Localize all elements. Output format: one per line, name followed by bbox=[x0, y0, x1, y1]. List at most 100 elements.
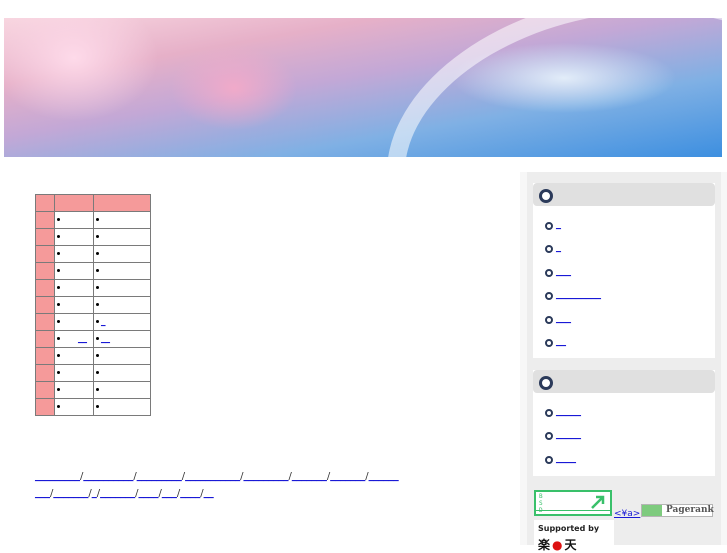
table-header-col2 bbox=[93, 194, 151, 212]
footer-link[interactable]: ______ bbox=[369, 471, 399, 482]
footer-link[interactable]: _________ bbox=[137, 471, 182, 482]
footer-link[interactable]: _________ bbox=[244, 471, 289, 482]
footer-link[interactable]: __ bbox=[204, 488, 214, 499]
circle-bullet-icon bbox=[545, 409, 553, 417]
sidebar-box-1: _ _ ___ _________ ___ __ bbox=[533, 183, 715, 358]
table-cell bbox=[93, 279, 151, 297]
bullet-icon bbox=[57, 234, 60, 238]
bullet-icon bbox=[96, 268, 99, 272]
page: _ __ __ _________/__________/_________/___… bbox=[0, 0, 727, 552]
table-cell bbox=[93, 245, 151, 263]
table-cell: __ bbox=[93, 330, 151, 348]
bullet-icon bbox=[96, 234, 99, 238]
bullet-icon bbox=[96, 336, 99, 340]
footer-link[interactable]: __________ bbox=[83, 471, 133, 482]
footer-links: _________/__________/_________/_________… bbox=[35, 468, 505, 502]
table-cell bbox=[54, 381, 94, 399]
table-cell bbox=[54, 398, 94, 416]
table-header-corner bbox=[35, 194, 55, 212]
sidebar-link[interactable]: __ bbox=[556, 336, 566, 347]
circle-bullet-icon bbox=[545, 315, 553, 324]
table-cell bbox=[93, 398, 151, 416]
table-row-marker bbox=[35, 211, 55, 229]
table-cell-link[interactable]: __ bbox=[101, 334, 110, 344]
table-row-marker bbox=[35, 279, 55, 297]
footer-link[interactable]: ___ bbox=[162, 488, 177, 499]
sidebar-box-2-header bbox=[533, 370, 715, 393]
table-row-marker bbox=[35, 313, 55, 331]
footer-link[interactable]: _______ bbox=[330, 471, 365, 482]
calendar-table: _ __ __ bbox=[35, 194, 151, 416]
table-cell bbox=[54, 211, 94, 229]
sidebar-link[interactable]: _ bbox=[556, 242, 561, 253]
table-cell bbox=[54, 364, 94, 382]
badge-underline bbox=[536, 510, 610, 511]
bsd-badge[interactable]: B S D bbox=[534, 490, 612, 516]
table-cell bbox=[93, 296, 151, 314]
table-cell bbox=[93, 211, 151, 229]
bullet-icon bbox=[57, 370, 60, 374]
supported-by-text: Supported by bbox=[538, 524, 600, 533]
circle-bullet-icon bbox=[545, 268, 553, 277]
table-row-marker bbox=[35, 364, 55, 382]
bullet-icon bbox=[96, 387, 99, 391]
sidebar-link[interactable]: ____ bbox=[556, 453, 576, 464]
bullet-icon bbox=[96, 404, 99, 408]
footer-link[interactable]: ____ bbox=[180, 488, 200, 499]
table-cell-link[interactable]: __ bbox=[78, 334, 87, 344]
table-row-marker bbox=[35, 245, 55, 263]
sidebar-link[interactable]: ___ bbox=[556, 313, 571, 324]
footer-link[interactable]: _______ bbox=[53, 488, 88, 499]
table-row bbox=[35, 262, 151, 280]
table-cell bbox=[93, 381, 151, 399]
table-row bbox=[35, 381, 151, 399]
table-row bbox=[35, 245, 151, 263]
table-row bbox=[35, 364, 151, 382]
footer-link[interactable]: ___________ bbox=[185, 471, 240, 482]
bullet-icon bbox=[57, 251, 60, 255]
bullet-icon bbox=[96, 217, 99, 221]
pagerank-bar bbox=[642, 505, 662, 516]
footer-link[interactable]: ____ bbox=[139, 488, 159, 499]
table-row-marker bbox=[35, 347, 55, 365]
table-cell bbox=[93, 228, 151, 246]
sidebar-link[interactable]: _ bbox=[556, 219, 561, 230]
sidebar-link[interactable]: _____ bbox=[556, 429, 581, 440]
table-row: _ bbox=[35, 313, 151, 331]
sidebar-link[interactable]: _________ bbox=[556, 289, 601, 300]
header bbox=[0, 0, 727, 172]
circle-bullet-icon bbox=[545, 245, 553, 254]
sidebar-link[interactable]: _____ bbox=[556, 406, 581, 417]
bullet-icon bbox=[539, 376, 553, 390]
bullet-icon bbox=[96, 370, 99, 374]
table-row bbox=[35, 398, 151, 416]
footer-link[interactable]: _______ bbox=[292, 471, 327, 482]
footer-link[interactable]: _______ bbox=[100, 488, 135, 499]
arrow-up-right-icon bbox=[591, 495, 605, 509]
table-row bbox=[35, 211, 151, 229]
circle-bullet-icon bbox=[545, 222, 553, 230]
bullet-icon bbox=[57, 404, 60, 408]
table-row bbox=[35, 279, 151, 297]
table-cell bbox=[54, 296, 94, 314]
footer-link[interactable]: ___ bbox=[35, 488, 50, 499]
circle-bullet-icon bbox=[545, 455, 553, 464]
badge-link[interactable]: <¥a> bbox=[614, 509, 640, 519]
header-banner-image bbox=[4, 18, 722, 157]
sidebar-link[interactable]: ___ bbox=[556, 266, 571, 277]
footer-link[interactable]: _________ bbox=[35, 471, 80, 482]
table-row-marker bbox=[35, 398, 55, 416]
table-row-marker bbox=[35, 228, 55, 246]
bullet-icon bbox=[96, 251, 99, 255]
circle-bullet-icon bbox=[545, 339, 553, 347]
pagerank-badge[interactable]: Pagerank bbox=[641, 504, 714, 517]
supported-by-logo[interactable]: Supported by 楽●天 bbox=[534, 520, 614, 552]
bullet-icon bbox=[57, 302, 60, 306]
table-row: __ __ bbox=[35, 330, 151, 348]
table-cell bbox=[54, 279, 94, 297]
table-cell-link[interactable]: _ bbox=[101, 317, 106, 327]
bullet-icon bbox=[96, 353, 99, 357]
table-cell bbox=[54, 313, 94, 331]
table-row-marker bbox=[35, 381, 55, 399]
table-row bbox=[35, 228, 151, 246]
